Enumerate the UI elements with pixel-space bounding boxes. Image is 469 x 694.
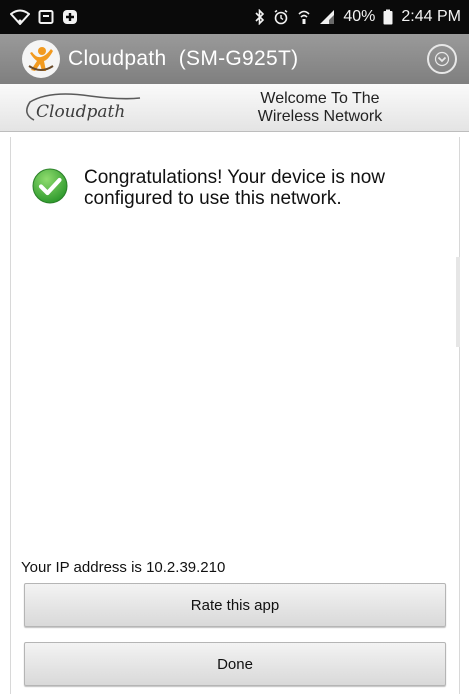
app-bar: Cloudpath (SM-G925T): [0, 34, 469, 84]
wifi-call-icon: [297, 9, 311, 25]
cloudpath-figure-icon[interactable]: [22, 40, 60, 78]
green-check-icon: [32, 168, 68, 204]
app-name: Cloudpath: [68, 47, 167, 70]
cloudpath-brand-logo: Cloudpath: [20, 92, 170, 124]
battery-percent: 40%: [343, 8, 376, 25]
ip-address-text: Your IP address is 10.2.39.210: [21, 559, 226, 576]
alarm-icon: [273, 9, 289, 25]
dropdown-circle-icon[interactable]: [427, 44, 457, 74]
battery-icon: [383, 9, 393, 25]
status-bar: 40% 2:44 PM: [0, 0, 469, 34]
rate-app-button[interactable]: Rate this app: [24, 583, 446, 627]
plus-badge-icon: [62, 9, 78, 25]
status-right-icons: 40% 2:44 PM: [254, 8, 461, 26]
header-title-line1: Welcome To The: [260, 90, 380, 107]
header-title-line2: Wireless Network: [257, 108, 383, 125]
header-title: Welcome To The Wireless Network: [205, 90, 435, 126]
success-notice: Congratulations! Your device is now conf…: [32, 167, 424, 209]
screen-icon: [38, 9, 54, 25]
status-left-icons: [10, 9, 78, 25]
signal-icon: [319, 9, 335, 25]
bluetooth-icon: [254, 9, 265, 25]
welcome-header: Cloudpath Welcome To The Wireless Networ…: [0, 84, 469, 132]
scrollbar[interactable]: [456, 257, 460, 347]
wifi-icon: [10, 9, 30, 25]
clock: 2:44 PM: [401, 8, 461, 25]
app-title: Cloudpath (SM-G925T): [68, 47, 427, 71]
content-panel: Congratulations! Your device is now conf…: [10, 137, 460, 694]
success-message: Congratulations! Your device is now conf…: [84, 167, 386, 209]
device-model: (SM-G925T): [178, 47, 299, 70]
done-button[interactable]: Done: [24, 642, 446, 686]
brand-text: Cloudpath: [36, 102, 126, 122]
